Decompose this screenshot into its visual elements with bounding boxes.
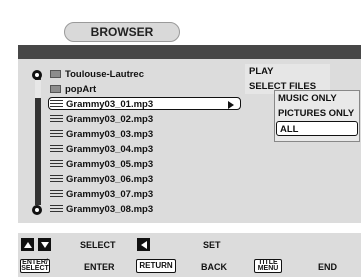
file-icon [50,174,63,184]
list-item-label: Grammy03_07.mp3 [66,188,154,200]
menu-item-play[interactable]: PLAY [245,64,330,79]
panel-header-bar [18,45,361,59]
list-item-folder[interactable]: Toulouse-Lautrec [50,67,144,81]
window-title: BROWSER [64,22,180,42]
list-item-label: popArt [65,83,97,95]
list-item-label: Grammy03_03.mp3 [66,128,154,140]
list-item-label: Grammy03_05.mp3 [66,158,154,170]
file-icon [50,144,63,154]
list-item-file[interactable]: Grammy03_06.mp3 [50,172,153,186]
select-label: SELECT [80,240,116,250]
scrollbar-thumb[interactable] [35,80,41,98]
set-label: SET [203,240,221,250]
footer-row-1: SELECT SET [18,235,361,253]
scroll-down-icon[interactable] [32,205,42,215]
list-item-file[interactable]: Grammy03_07.mp3 [50,187,153,201]
filter-pictures-only[interactable]: PICTURES ONLY [275,106,359,121]
file-icon [50,129,63,139]
list-item-file[interactable]: Grammy03_03.mp3 [50,127,153,141]
list-item-label: Grammy03_04.mp3 [66,143,154,155]
back-label: BACK [201,262,227,272]
filter-all[interactable]: ALL [276,121,358,136]
list-item-file[interactable]: Grammy03_08.mp3 [50,202,153,216]
list-item-label: Grammy03_02.mp3 [66,113,154,125]
folder-icon [50,85,61,93]
list-item-file[interactable]: Grammy03_04.mp3 [50,142,153,156]
file-icon [50,114,63,124]
up-arrow-icon [21,238,34,251]
scroll-up-icon[interactable] [32,70,42,80]
end-label: END [318,262,338,272]
filter-music-only[interactable]: MUSIC ONLY [275,91,359,106]
list-item-file[interactable]: Grammy03_02.mp3 [50,112,153,126]
list-item-file[interactable]: Grammy03_05.mp3 [50,157,153,171]
enter-label: ENTER [84,262,115,272]
title-menu-key-line2: MENU [257,265,279,272]
file-icon [50,99,63,109]
list-item-label: Grammy03_06.mp3 [66,173,154,185]
play-arrow-icon [228,101,234,109]
list-item-label: Grammy03_08.mp3 [66,203,154,215]
filter-menu: MUSIC ONLY PICTURES ONLY ALL [274,90,360,142]
left-arrow-icon [137,238,150,251]
enter-select-key-line2: SELECT [21,265,49,272]
title-menu-key: TITLE MENU [254,259,282,273]
list-item-label: Grammy03_01.mp3 [66,98,154,110]
enter-select-key: ENTER/ SELECT [20,259,50,273]
down-arrow-icon [38,238,51,251]
footer-help: SELECT SET ENTER/ SELECT ENTER RETURN BA… [18,233,361,277]
list-item-folder[interactable]: popArt [50,82,96,96]
file-icon [50,189,63,199]
file-icon [50,159,63,169]
file-icon [50,204,63,214]
footer-row-2: ENTER/ SELECT ENTER RETURN BACK TITLE ME… [18,257,361,275]
folder-icon [50,70,61,78]
return-key: RETURN [136,259,176,273]
browser-screen: BROWSER Toulouse-Lautrec popArt Grammy03… [0,0,363,279]
list-item-file[interactable]: Grammy03_01.mp3 [50,97,153,111]
list-item-label: Toulouse-Lautrec [65,68,144,80]
